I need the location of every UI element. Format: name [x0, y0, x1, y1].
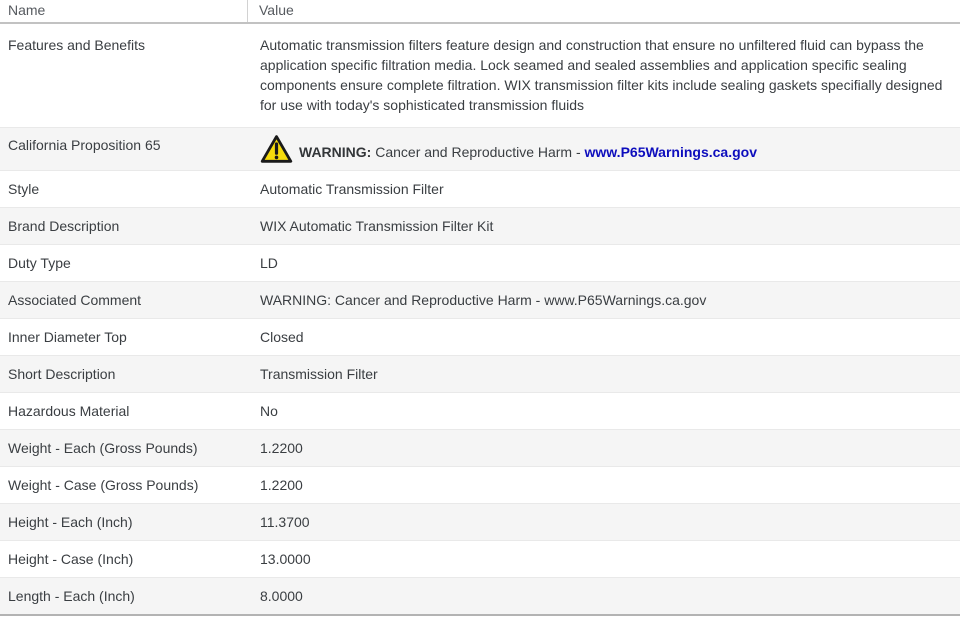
- row-value: 11.3700: [260, 514, 310, 530]
- row-name: Length - Each (Inch): [8, 588, 135, 604]
- table-row-short-description: Short Description Transmission Filter: [0, 356, 960, 393]
- warning-line: WARNING: Cancer and Reproductive Harm - …: [299, 143, 757, 164]
- table-row-style: Style Automatic Transmission Filter: [0, 171, 960, 208]
- warning-label: WARNING:: [299, 144, 372, 160]
- table-row-associated-comment: Associated Comment WARNING: Cancer and R…: [0, 282, 960, 319]
- table-row-weight-case: Weight - Case (Gross Pounds) 1.2200: [0, 467, 960, 504]
- row-value: Transmission Filter: [260, 366, 378, 382]
- row-value: Automatic Transmission Filter: [260, 181, 444, 197]
- row-value: WIX Automatic Transmission Filter Kit: [260, 218, 494, 234]
- table-row-height-case: Height - Case (Inch) 13.0000: [0, 541, 960, 578]
- row-value: No: [260, 403, 278, 419]
- row-value: 1.2200: [260, 477, 303, 493]
- row-name: Duty Type: [8, 255, 71, 271]
- table-row-height-each: Height - Each (Inch) 11.3700: [0, 504, 960, 541]
- warning-triangle-icon: [260, 134, 293, 164]
- table-row-length-each: Length - Each (Inch) 8.0000: [0, 578, 960, 616]
- p65-warnings-link[interactable]: www.P65Warnings.ca.gov: [585, 144, 757, 160]
- row-value: LD: [260, 255, 278, 271]
- row-name: Inner Diameter Top: [8, 329, 127, 345]
- row-name: Hazardous Material: [8, 403, 130, 419]
- row-value: Automatic transmission filters feature d…: [260, 37, 943, 113]
- row-name: Style: [8, 181, 40, 197]
- row-name: Weight - Each (Gross Pounds): [8, 440, 198, 456]
- row-name: Height - Each (Inch): [8, 514, 133, 530]
- row-name: Height - Case (Inch): [8, 551, 134, 567]
- row-name: Brand Description: [8, 218, 120, 234]
- column-header-name: Name: [0, 0, 248, 22]
- column-header-value: Value: [259, 2, 294, 18]
- table-row-duty-type: Duty Type LD: [0, 245, 960, 282]
- row-value: 8.0000: [260, 588, 303, 604]
- table-row-weight-each: Weight - Each (Gross Pounds) 1.2200: [0, 430, 960, 467]
- row-name: Associated Comment: [8, 292, 142, 308]
- table-body: Features and Benefits Automatic transmis…: [0, 24, 960, 616]
- table-row-features-and-benefits: Features and Benefits Automatic transmis…: [0, 24, 960, 128]
- row-value: WARNING: Cancer and Reproductive Harm - …: [260, 292, 707, 308]
- warning-text: Cancer and Reproductive Harm -: [375, 144, 581, 160]
- spec-table: Name Value Features and Benefits Automat…: [0, 0, 960, 616]
- row-value: WARNING: Cancer and Reproductive Harm - …: [248, 128, 960, 170]
- row-name: Features and Benefits: [8, 37, 145, 53]
- table-row-brand-description: Brand Description WIX Automatic Transmis…: [0, 208, 960, 245]
- table-row-inner-diameter-top: Inner Diameter Top Closed: [0, 319, 960, 356]
- row-name: Short Description: [8, 366, 116, 382]
- row-name: California Proposition 65: [8, 137, 161, 153]
- row-value: 13.0000: [260, 551, 311, 567]
- row-value: 1.2200: [260, 440, 303, 456]
- table-row-hazardous-material: Hazardous Material No: [0, 393, 960, 430]
- table-header: Name Value: [0, 0, 960, 24]
- table-row-california-proposition-65: California Proposition 65 WARNING: Cance…: [0, 128, 960, 171]
- row-name: Weight - Case (Gross Pounds): [8, 477, 199, 493]
- row-value: Closed: [260, 329, 304, 345]
